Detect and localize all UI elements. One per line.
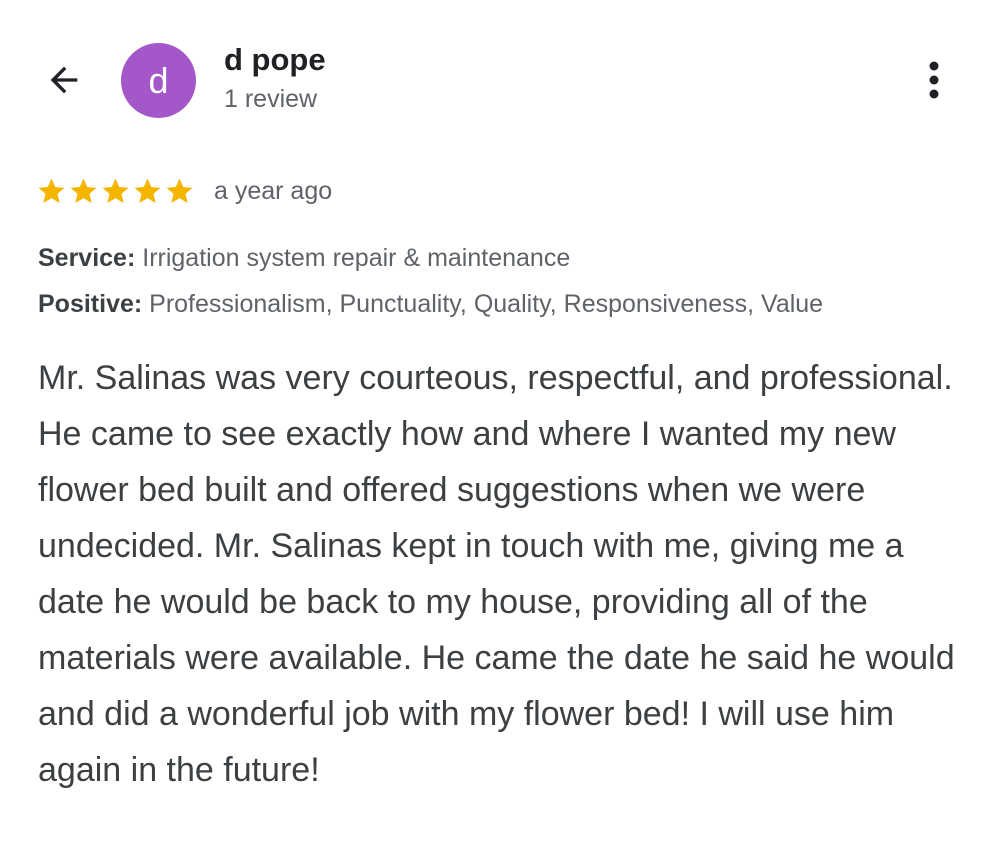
service-line: Service: Irrigation system repair & main… [38,243,570,273]
rating-row: a year ago [36,173,332,209]
service-value: Irrigation system repair & maintenance [142,244,571,272]
review-text: Mr. Salinas was very courteous, respectf… [38,359,955,789]
positive-label: Positive: [38,290,143,318]
positive-value: Professionalism, Punctuality, Quality, R… [149,290,824,318]
positive-line: Positive: Professionalism, Punctuality, … [38,289,823,319]
review-count: 1 review [224,85,318,113]
reviewer-name[interactable]: d pope [224,42,326,78]
more-options-button[interactable] [912,54,956,106]
more-vert-icon [929,61,939,99]
review-time: a year ago [214,176,333,205]
avatar-letter: d [148,59,169,101]
service-label: Service: [38,244,136,272]
back-button[interactable] [38,54,90,106]
star-icon [38,178,65,203]
avatar[interactable]: d [121,43,196,118]
star-icon [70,178,97,203]
star-icon [134,178,161,203]
star-icon [102,178,129,203]
star-icon [166,178,193,203]
star-rating [36,176,195,207]
arrow-back-icon [50,66,78,94]
